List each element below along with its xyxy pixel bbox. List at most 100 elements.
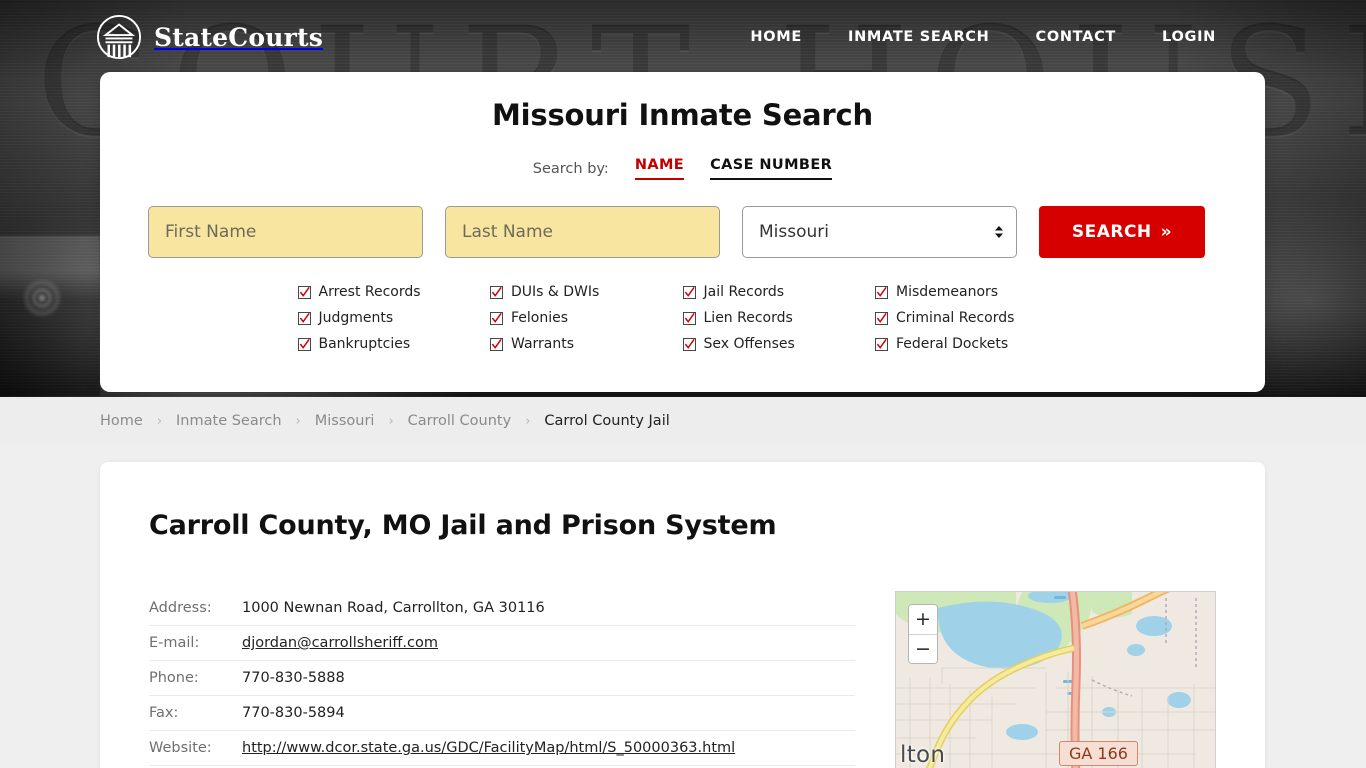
chevron-right-icon: ›	[156, 413, 163, 429]
facility-body: Address: 1000 Newnan Road, Carrollton, G…	[149, 591, 1216, 768]
top-bar: StateCourts HOME INMATE SEARCH CONTACT L…	[0, 0, 1366, 60]
record-type-checklist: Arrest Records DUIs & DWIs Jail Records …	[297, 284, 1068, 352]
breadcrumb: Home › Inmate Search › Missouri › Carrol…	[0, 397, 1366, 445]
brand-name: StateCourts	[154, 22, 323, 52]
facility-details-table: Address: 1000 Newnan Road, Carrollton, G…	[149, 591, 855, 768]
check-label: Federal Dockets	[896, 336, 1009, 352]
check-item[interactable]: Lien Records	[682, 310, 876, 326]
hero-header: COURT HOUSE StateCourts HOME INMATE SEAR…	[0, 0, 1366, 397]
checkbox-checked-icon	[875, 337, 888, 351]
check-label: DUIs & DWIs	[511, 284, 600, 300]
facility-content-card: Carroll County, MO Jail and Prison Syste…	[100, 462, 1265, 768]
table-row: Website: http://www.dcor.state.ga.us/GDC…	[149, 731, 855, 766]
double-chevron-right-icon: »	[1160, 222, 1173, 242]
check-item[interactable]: Arrest Records	[297, 284, 491, 300]
detail-key: Fax:	[149, 705, 179, 721]
check-item[interactable]: Federal Dockets	[875, 336, 1068, 352]
checkbox-checked-icon	[875, 311, 888, 325]
highway-shield-label: GA 166	[1059, 741, 1138, 766]
nav-item-contact[interactable]: CONTACT	[1035, 29, 1116, 45]
website-link[interactable]: http://www.dcor.state.ga.us/GDC/Facility…	[242, 740, 735, 756]
check-item[interactable]: Sex Offenses	[682, 336, 876, 352]
nav-item-login[interactable]: LOGIN	[1162, 29, 1216, 45]
chevron-right-icon: ›	[295, 413, 301, 429]
check-label: Bankruptcies	[318, 336, 411, 352]
tab-name[interactable]: NAME	[634, 157, 685, 180]
checkbox-checked-icon	[490, 311, 503, 325]
first-name-input[interactable]	[148, 206, 423, 258]
detail-value: 1000 Newnan Road, Carrollton, GA 30116	[242, 600, 545, 616]
search-form: Missouri SEARCH »	[148, 206, 1217, 258]
checkbox-checked-icon	[682, 311, 696, 325]
table-row: E-mail: djordan@carrollsheriff.com	[149, 626, 855, 661]
detail-key: Address:	[149, 600, 212, 616]
map-city-label: lton	[900, 742, 946, 768]
detail-value: 770-830-5888	[242, 670, 345, 686]
courthouse-logo-icon	[96, 14, 142, 60]
breadcrumb-item-current: Carrol County Jail	[544, 413, 670, 429]
checkbox-checked-icon	[490, 285, 503, 299]
check-label: Judgments	[318, 310, 394, 326]
checkbox-checked-icon	[682, 337, 696, 351]
detail-key: Website:	[149, 740, 212, 756]
check-label: Sex Offenses	[703, 336, 795, 352]
zoom-out-button[interactable]: −	[909, 634, 937, 663]
detail-key: E-mail:	[149, 635, 200, 651]
breadcrumb-item-inmate-search[interactable]: Inmate Search	[176, 413, 282, 429]
detail-value: http://www.dcor.state.ga.us/GDC/Facility…	[242, 740, 735, 756]
check-item[interactable]: Criminal Records	[875, 310, 1068, 326]
check-item[interactable]: Misdemeanors	[875, 284, 1068, 300]
check-label: Misdemeanors	[896, 284, 999, 300]
breadcrumb-item-carroll-county[interactable]: Carroll County	[408, 413, 512, 429]
map-zoom-control[interactable]: + −	[908, 604, 938, 664]
table-row: Fax: 770-830-5894	[149, 696, 855, 731]
tab-case-number[interactable]: CASE NUMBER	[710, 157, 833, 180]
page-title: Carroll County, MO Jail and Prison Syste…	[149, 510, 777, 541]
breadcrumb-item-missouri[interactable]: Missouri	[315, 413, 375, 429]
search-panel-title: Missouri Inmate Search	[492, 98, 873, 132]
detail-value: djordan@carrollsheriff.com	[242, 635, 438, 651]
check-label: Felonies	[511, 310, 569, 326]
nav-item-inmate-search[interactable]: INMATE SEARCH	[848, 29, 990, 45]
main-navigation: HOME INMATE SEARCH CONTACT LOGIN	[750, 29, 1216, 45]
search-by-label: Search by:	[532, 160, 609, 177]
email-link[interactable]: djordan@carrollsheriff.com	[242, 635, 438, 651]
detail-key: Phone:	[149, 670, 199, 686]
brand-logo[interactable]: StateCourts	[96, 14, 323, 60]
detail-value: 770-830-5894	[242, 705, 345, 721]
facility-map[interactable]: + − lton GA 166	[895, 591, 1216, 768]
column-capital-decoration	[0, 236, 100, 396]
state-select[interactable]: Missouri	[742, 206, 1017, 258]
check-label: Jail Records	[703, 284, 785, 300]
last-name-input[interactable]	[445, 206, 720, 258]
state-select-wrapper: Missouri	[742, 206, 1017, 258]
search-button-label: SEARCH	[1071, 222, 1152, 242]
check-item[interactable]: Judgments	[297, 310, 491, 326]
table-row: Phone: 770-830-5888	[149, 661, 855, 696]
check-item[interactable]: Felonies	[490, 310, 683, 326]
search-by-row: Search by: NAME CASE NUMBER	[148, 157, 1217, 180]
check-label: Arrest Records	[318, 284, 421, 300]
check-item[interactable]: DUIs & DWIs	[490, 284, 683, 300]
checkbox-checked-icon	[297, 285, 311, 299]
chevron-right-icon: ›	[388, 413, 394, 429]
breadcrumb-item-home[interactable]: Home	[100, 413, 143, 429]
check-label: Lien Records	[703, 310, 793, 326]
check-item[interactable]: Warrants	[490, 336, 683, 352]
check-label: Warrants	[511, 336, 575, 352]
check-item[interactable]: Jail Records	[682, 284, 876, 300]
checkbox-checked-icon	[297, 311, 311, 325]
search-button[interactable]: SEARCH »	[1039, 206, 1205, 258]
chevron-right-icon: ›	[525, 413, 531, 429]
checkbox-checked-icon	[490, 337, 503, 351]
inmate-search-card: Missouri Inmate Search Search by: NAME C…	[100, 72, 1265, 392]
checkbox-checked-icon	[682, 285, 696, 299]
table-row: Address: 1000 Newnan Road, Carrollton, G…	[149, 591, 855, 626]
zoom-in-button[interactable]: +	[909, 605, 937, 634]
page-body: Carroll County, MO Jail and Prison Syste…	[0, 445, 1366, 768]
nav-item-home[interactable]: HOME	[750, 29, 802, 45]
check-item[interactable]: Bankruptcies	[297, 336, 491, 352]
checkbox-checked-icon	[875, 285, 888, 299]
check-label: Criminal Records	[896, 310, 1015, 326]
checkbox-checked-icon	[297, 337, 311, 351]
